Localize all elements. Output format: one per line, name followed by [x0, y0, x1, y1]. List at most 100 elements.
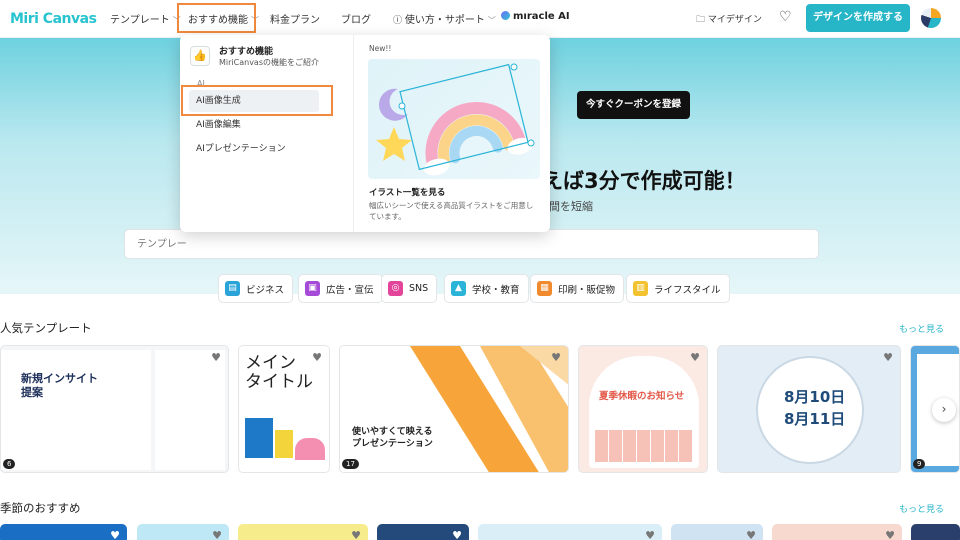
- carousel-next-button[interactable]: ›: [932, 398, 956, 422]
- top-navigation-bar: Miri Canvas テンプレート ﹀ おすすめ機能 ﹀ 料金プラン ブログ ⓘ …: [0, 0, 960, 38]
- illustration-list-description: 幅広いシーンで使える高品質イラストをご用意しています。: [369, 201, 534, 221]
- page-count-badge: 9: [913, 459, 926, 469]
- heart-icon[interactable]: ♥: [645, 529, 655, 540]
- category-advertising[interactable]: ▣ 広告・宣伝: [298, 274, 383, 303]
- heart-icon[interactable]: ♥: [883, 351, 893, 364]
- calendar-icon: ▥: [633, 281, 648, 296]
- user-avatar[interactable]: [921, 8, 941, 28]
- card-title-text: 8月10日 8月11日: [784, 388, 846, 428]
- category-lifestyle[interactable]: ▥ ライフスタイル: [626, 274, 730, 303]
- miricanvas-logo[interactable]: Miri Canvas: [10, 11, 97, 27]
- nav-support-label: 使い方・サポート: [404, 15, 485, 26]
- category-label: SNS: [409, 283, 429, 294]
- template-card[interactable]: 夏季休暇のお知らせ ♥: [578, 345, 708, 473]
- card-calendar-grid: [595, 430, 693, 462]
- seasonal-title: 季節のおすすめ: [0, 501, 81, 515]
- thumbs-up-icon: 👍: [190, 46, 210, 66]
- hero-subtitle: 間を短縮: [549, 200, 593, 213]
- card-decoration: [245, 418, 273, 458]
- menu-item-ai-presentation[interactable]: AIプレゼンテーション: [189, 138, 319, 160]
- category-print[interactable]: ▦ 印刷・販促物: [530, 274, 625, 303]
- seasonal-card[interactable]: ♥: [478, 524, 662, 540]
- card-title-text: 夏季休暇のお知らせ: [599, 391, 685, 402]
- printer-icon: ▦: [537, 281, 552, 296]
- nav-blog[interactable]: ブログ: [341, 11, 371, 26]
- card-decoration: [275, 430, 293, 458]
- heart-icon[interactable]: ♥: [690, 351, 700, 364]
- miracle-ai-link[interactable]: mıracle AI: [501, 11, 570, 22]
- card-page-left: 新規インサイト 提案: [1, 350, 151, 470]
- my-design-label: マイデザイン: [707, 15, 762, 25]
- menu-highlight-box: [181, 85, 333, 116]
- hero-title: えば3分で作成可能！: [542, 169, 746, 193]
- template-card[interactable]: メイン タイトル ♥: [238, 345, 330, 473]
- dropdown-header-subtitle: MiriCanvasの機能をご紹介: [219, 58, 319, 67]
- template-card[interactable]: 使いやすくて映える プレゼンテーション ♥ 17: [339, 345, 569, 473]
- briefcase-icon: ▤: [225, 281, 240, 296]
- card-stripes: [410, 346, 568, 472]
- card-title-text: 新規インサイト 提案: [21, 372, 98, 399]
- nav-pricing[interactable]: 料金プラン: [270, 11, 320, 26]
- help-icon: ⓘ: [393, 16, 405, 26]
- seasonal-card[interactable]: ♥: [0, 524, 127, 540]
- megaphone-icon: ▣: [305, 281, 320, 296]
- dropdown-header-title: おすすめ機能: [219, 47, 274, 57]
- template-card[interactable]: 新規インサイト 提案 ♥ 6: [0, 345, 229, 473]
- seasonal-card[interactable]: ♥: [377, 524, 469, 540]
- seasonal-card[interactable]: ♥: [671, 524, 763, 540]
- seasonal-card[interactable]: [911, 524, 960, 540]
- instagram-icon: ◎: [388, 281, 403, 296]
- nav-support[interactable]: ⓘ 使い方・サポート ﹀: [393, 11, 496, 26]
- graduation-cap-icon: ▲: [451, 281, 466, 296]
- popular-templates-title: 人気テンプレート: [0, 321, 92, 335]
- miracle-ai-icon: [501, 11, 510, 20]
- recommended-features-dropdown: 👍 おすすめ機能 MiriCanvasの機能をご紹介 AI AI画像生成 AI画…: [180, 35, 550, 232]
- heart-icon[interactable]: ♥: [211, 351, 221, 364]
- heart-icon[interactable]: ♥: [885, 529, 895, 540]
- card-title-text: 使いやすくて映える プレゼンテーション: [352, 427, 433, 449]
- seasonal-card[interactable]: ♥: [137, 524, 229, 540]
- category-label: 学校・教育: [472, 284, 520, 296]
- category-label: ビジネス: [246, 284, 285, 296]
- nav-templates-label: テンプレート: [110, 15, 170, 26]
- new-label: New!!: [369, 44, 392, 53]
- template-search-input[interactable]: [125, 230, 818, 258]
- popular-more-link[interactable]: もっと見る: [899, 322, 944, 335]
- chevron-down-icon: ﹀: [487, 16, 496, 25]
- category-education[interactable]: ▲ 学校・教育: [444, 274, 529, 303]
- card-decoration: [295, 438, 325, 460]
- category-label: ライフスタイル: [654, 284, 721, 296]
- nav-templates[interactable]: テンプレート ﹀: [110, 11, 181, 26]
- illustration-preview[interactable]: [368, 59, 540, 179]
- heart-icon[interactable]: ♥: [746, 529, 756, 540]
- dropdown-menu-list: 👍 おすすめ機能 MiriCanvasの機能をご紹介 AI AI画像生成 AI画…: [180, 35, 354, 232]
- miracle-ai-label: mıracle AI: [513, 11, 570, 22]
- template-card[interactable]: 8月10日 8月11日 ♥: [717, 345, 901, 473]
- category-label: 広告・宣伝: [326, 284, 374, 296]
- heart-icon[interactable]: ♥: [110, 529, 120, 540]
- heart-icon[interactable]: ♥: [452, 529, 462, 540]
- folder-icon: 🗀: [696, 15, 708, 25]
- card-title-text: メイン タイトル: [245, 353, 313, 392]
- category-business[interactable]: ▤ ビジネス: [218, 274, 294, 303]
- menu-item-ai-image-editing[interactable]: AI画像編集: [189, 114, 319, 136]
- heart-icon[interactable]: ♥: [551, 351, 561, 364]
- my-design-link[interactable]: 🗀 マイデザイン: [696, 12, 762, 28]
- page-count-badge: 17: [342, 459, 359, 469]
- create-design-button[interactable]: デザインを作成する: [806, 4, 910, 32]
- favorites-heart-icon[interactable]: ♡: [779, 9, 792, 25]
- heart-icon[interactable]: ♥: [312, 351, 322, 364]
- coupon-register-button[interactable]: 今すぐクーポンを登録: [577, 91, 690, 119]
- seasonal-card[interactable]: ♥: [238, 524, 368, 540]
- category-label: 印刷・販促物: [558, 284, 616, 296]
- heart-icon[interactable]: ♥: [212, 529, 222, 540]
- rainbow-illustration: [376, 63, 535, 176]
- nav-highlight-box: [177, 3, 256, 33]
- heart-icon[interactable]: ♥: [351, 529, 361, 540]
- seasonal-more-link[interactable]: もっと見る: [899, 502, 944, 515]
- category-sns[interactable]: ◎ SNS: [381, 274, 438, 303]
- illustration-list-title[interactable]: イラスト一覧を見る: [369, 186, 445, 198]
- card-page-right: [155, 350, 225, 470]
- seasonal-card[interactable]: ♥: [772, 524, 902, 540]
- template-search-box[interactable]: [124, 229, 819, 259]
